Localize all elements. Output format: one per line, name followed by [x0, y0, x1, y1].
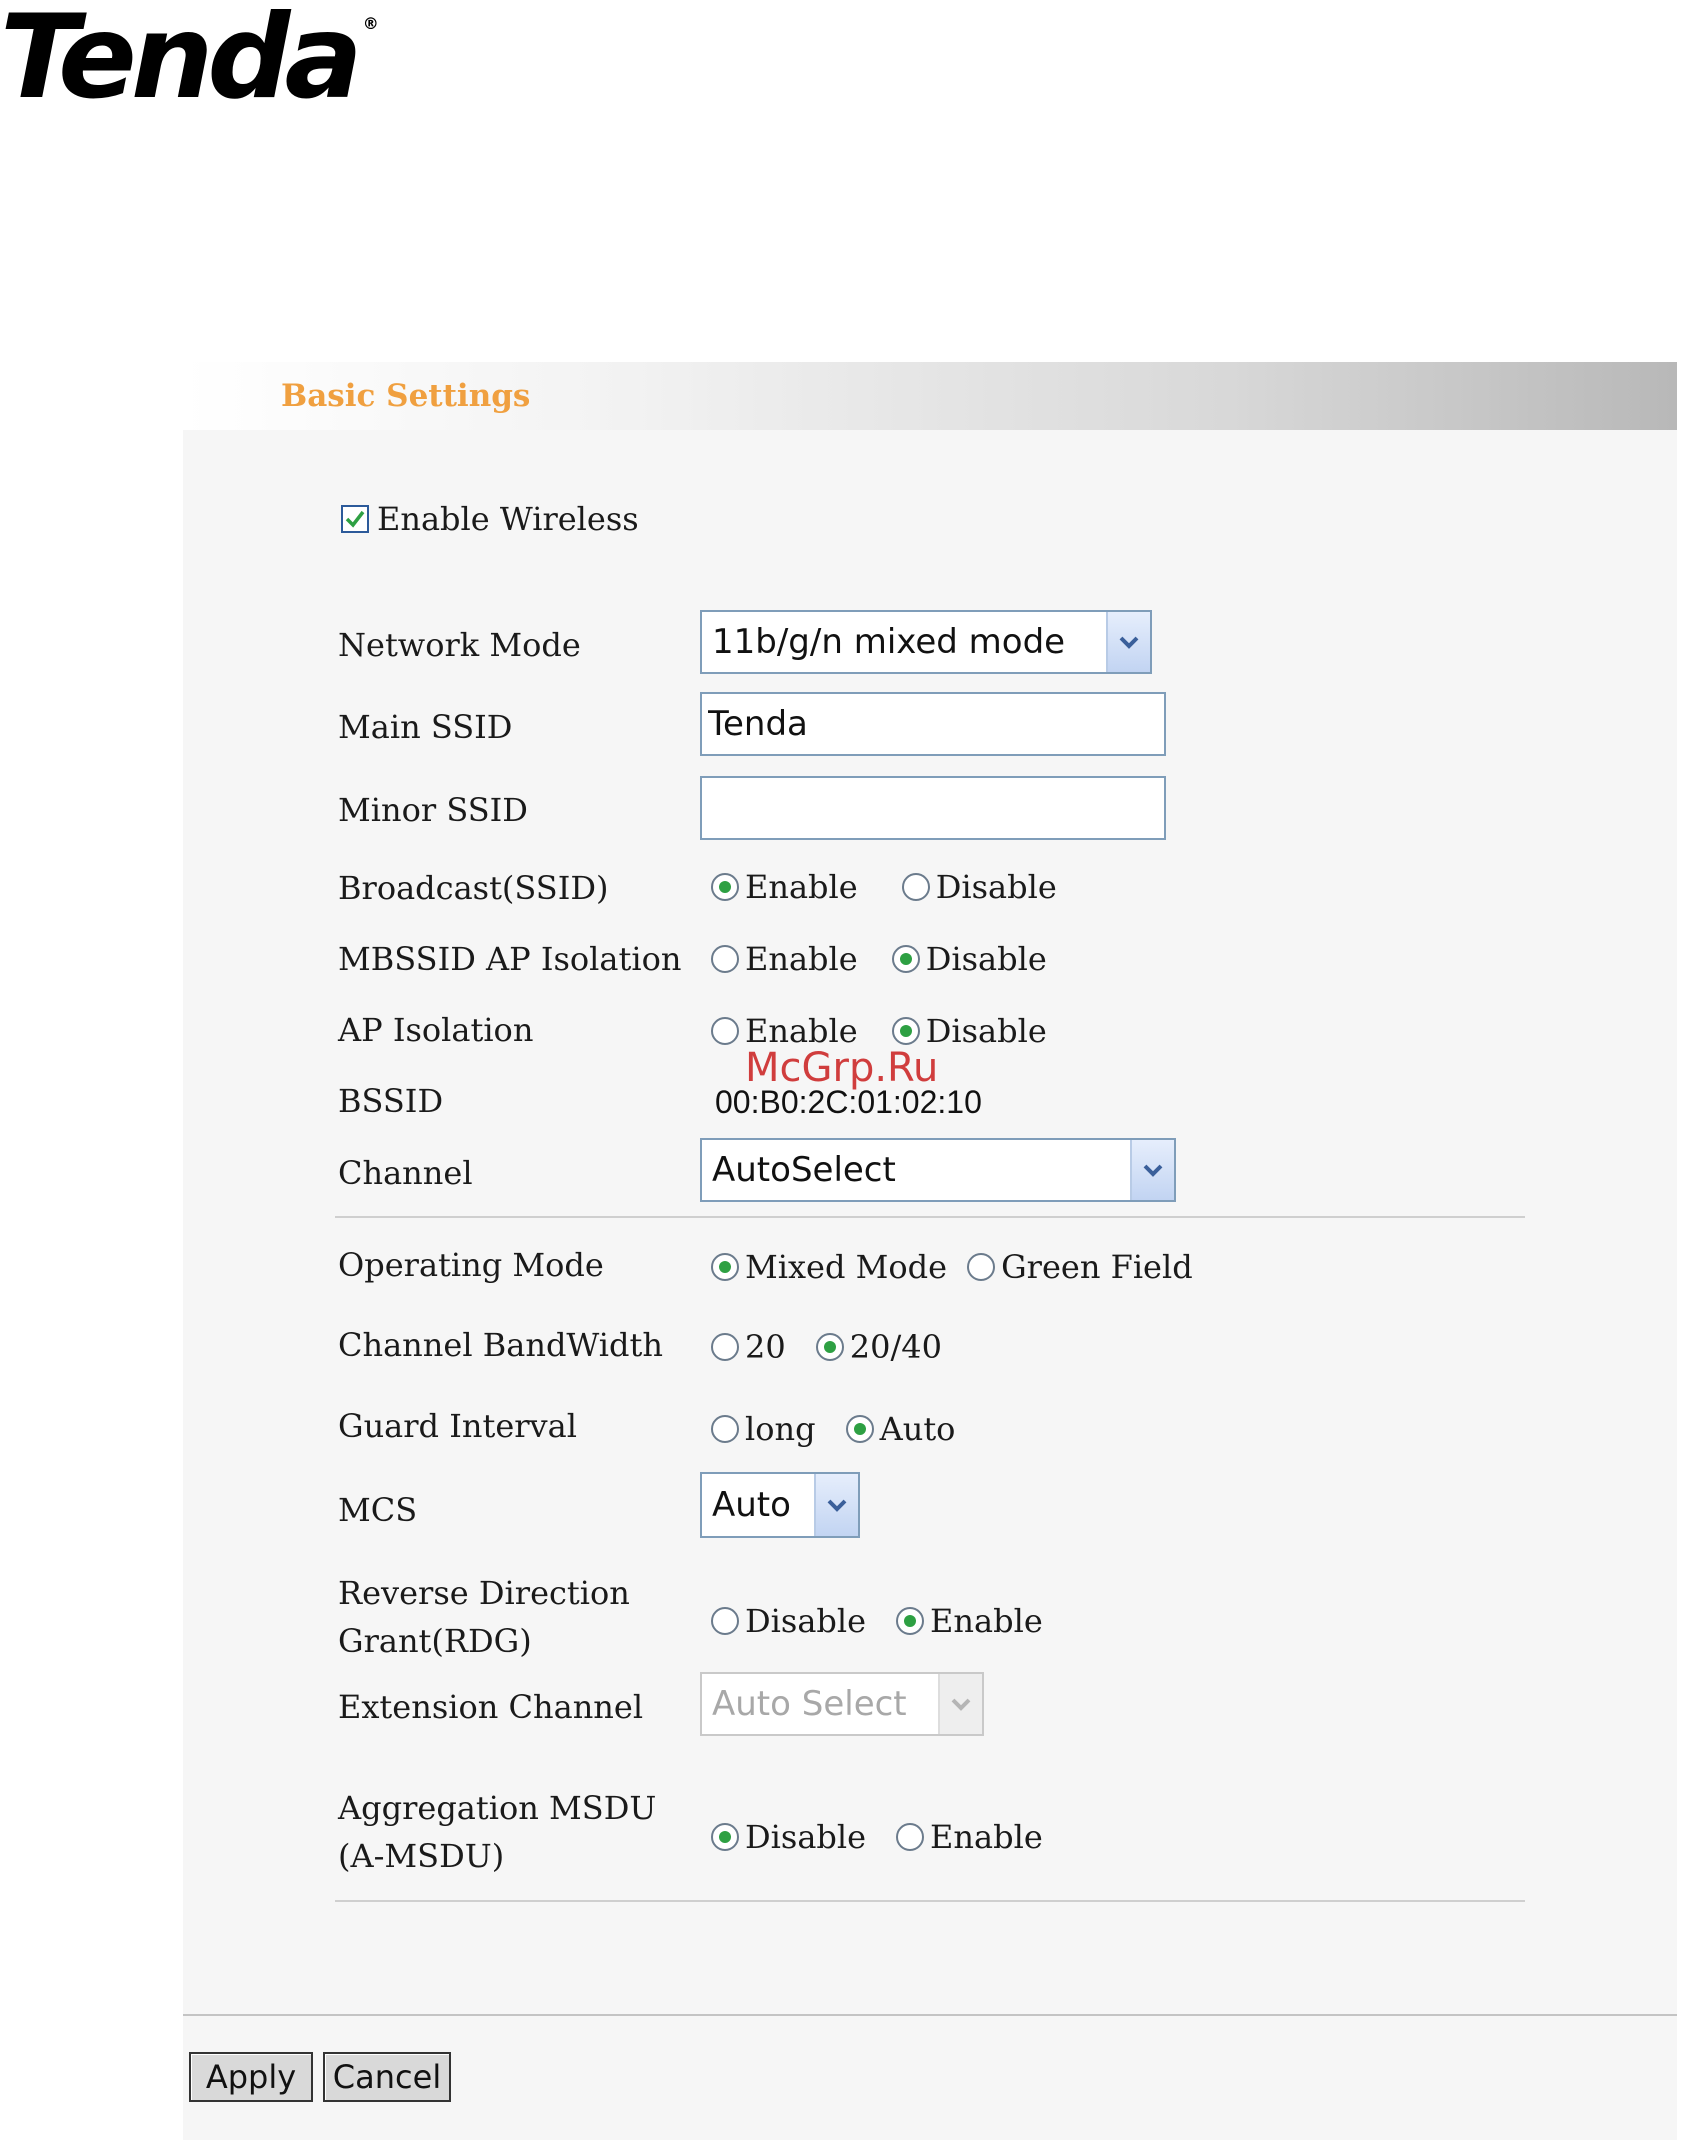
enable-wireless-checkbox[interactable]	[341, 505, 369, 533]
operating-mode-label: Operating Mode	[338, 1246, 604, 1284]
broadcast-ssid-enable-radio[interactable]: Enable	[711, 868, 858, 906]
radio-label: Enable	[930, 1818, 1043, 1856]
radio-button[interactable]	[711, 1823, 739, 1851]
radio-button[interactable]	[711, 1415, 739, 1443]
radio-label: Disable	[745, 1602, 867, 1640]
radio-label: Enable	[745, 868, 858, 906]
radio-button[interactable]	[891, 1017, 920, 1045]
broadcast-ssid-label: Broadcast(SSID)	[338, 869, 609, 907]
radio-label: Enable	[745, 940, 858, 978]
main-ssid-label: Main SSID	[338, 708, 513, 746]
radio-button[interactable]	[711, 1333, 739, 1361]
watermark-text: McGrp.Ru	[745, 1045, 939, 1091]
channel-bandwidth-radio-group: 20 20/40	[711, 1328, 978, 1366]
radio-label: Auto	[879, 1410, 956, 1448]
mbssid-ap-isolation-label: MBSSID AP Isolation	[338, 940, 682, 978]
radio-button[interactable]	[815, 1333, 844, 1361]
mcs-value: Auto	[712, 1485, 791, 1525]
minor-ssid-label: Minor SSID	[338, 791, 528, 829]
bssid-label: BSSID	[338, 1082, 444, 1120]
amsdu-enable-radio[interactable]: Enable	[896, 1818, 1043, 1856]
radio-label: Disable	[925, 1012, 1047, 1050]
mcs-select[interactable]: Auto	[700, 1472, 860, 1538]
network-mode-select[interactable]: 11b/g/n mixed mode	[700, 610, 1152, 674]
radio-label: Disable	[745, 1818, 867, 1856]
radio-label: long	[745, 1410, 816, 1448]
radio-button[interactable]	[891, 945, 920, 973]
logo-text: Tenda	[0, 0, 363, 125]
network-mode-label: Network Mode	[338, 626, 581, 664]
radio-button[interactable]	[711, 873, 739, 901]
ap-isolation-label: AP Isolation	[338, 1011, 534, 1049]
section-divider	[335, 1216, 1525, 1218]
footer-divider	[183, 2014, 1677, 2016]
guard-interval-long-radio[interactable]: long	[711, 1410, 816, 1448]
operating-mode-green-field-radio[interactable]: Green Field	[967, 1248, 1193, 1286]
radio-button[interactable]	[896, 1823, 925, 1851]
extension-channel-value: Auto Select	[712, 1684, 907, 1724]
basic-settings-panel: Basic Settings Enable Wireless Network M…	[183, 362, 1677, 2140]
radio-button[interactable]	[711, 1253, 739, 1281]
extension-channel-select: Auto Select	[700, 1672, 984, 1736]
channel-bandwidth-20-radio[interactable]: 20	[711, 1328, 786, 1366]
channel-select[interactable]: AutoSelect	[700, 1138, 1176, 1202]
minor-ssid-input[interactable]	[700, 776, 1166, 840]
cancel-button[interactable]: Cancel	[323, 2052, 451, 2102]
radio-label: 20/40	[849, 1328, 942, 1366]
rdg-disable-radio[interactable]: Disable	[711, 1602, 866, 1640]
radio-button[interactable]	[896, 1607, 925, 1635]
radio-label: Enable	[930, 1602, 1043, 1640]
channel-label: Channel	[338, 1154, 473, 1192]
radio-button[interactable]	[845, 1415, 874, 1443]
guard-interval-radio-group: long Auto	[711, 1410, 991, 1448]
radio-label: Disable	[935, 868, 1057, 906]
amsdu-label-line1: Aggregation MSDU	[338, 1789, 657, 1827]
section-divider	[335, 1900, 1525, 1902]
mbssid-ap-isolation-enable-radio[interactable]: Enable	[711, 940, 858, 978]
operating-mode-mixed-radio[interactable]: Mixed Mode	[711, 1248, 947, 1286]
network-mode-value: 11b/g/n mixed mode	[712, 622, 1066, 662]
enable-wireless-option[interactable]: Enable Wireless	[341, 500, 639, 538]
broadcast-ssid-disable-radio[interactable]: Disable	[901, 868, 1057, 906]
amsdu-radio-group: Disable Enable	[711, 1818, 1079, 1856]
tenda-logo: Tenda ®	[0, 0, 379, 116]
extension-channel-label: Extension Channel	[338, 1688, 644, 1726]
channel-value: AutoSelect	[712, 1150, 896, 1190]
check-icon	[345, 510, 365, 528]
radio-label: 20	[745, 1328, 786, 1366]
mcs-label: MCS	[338, 1491, 418, 1529]
apply-button[interactable]: Apply	[189, 2052, 313, 2102]
panel-title-bar: Basic Settings	[183, 362, 1677, 430]
page-title: Basic Settings	[281, 378, 531, 414]
radio-button[interactable]	[711, 945, 739, 973]
radio-button[interactable]	[711, 1607, 739, 1635]
registered-mark: ®	[362, 14, 379, 33]
guard-interval-label: Guard Interval	[338, 1407, 577, 1445]
chevron-down-icon[interactable]	[1130, 1140, 1174, 1200]
radio-button[interactable]	[967, 1253, 996, 1281]
operating-mode-radio-group: Mixed Mode Green Field	[711, 1248, 1229, 1286]
chevron-down-icon[interactable]	[814, 1474, 858, 1536]
guard-interval-auto-radio[interactable]: Auto	[845, 1410, 956, 1448]
radio-label: Green Field	[1001, 1248, 1193, 1286]
chevron-down-icon[interactable]	[1106, 612, 1150, 672]
rdg-enable-radio[interactable]: Enable	[896, 1602, 1043, 1640]
rdg-label-line2: Grant(RDG)	[338, 1622, 532, 1660]
mbssid-ap-isolation-radio-group: Enable Disable	[711, 940, 1083, 978]
rdg-label-line1: Reverse Direction	[338, 1574, 630, 1612]
radio-button[interactable]	[901, 873, 930, 901]
radio-button[interactable]	[711, 1017, 739, 1045]
radio-label: Mixed Mode	[745, 1248, 948, 1286]
main-ssid-input[interactable]	[700, 692, 1166, 756]
amsdu-disable-radio[interactable]: Disable	[711, 1818, 866, 1856]
channel-bandwidth-label: Channel BandWidth	[338, 1326, 663, 1364]
broadcast-ssid-radio-group: Enable Disable	[711, 868, 1093, 906]
radio-label: Disable	[925, 940, 1047, 978]
rdg-radio-group: Disable Enable	[711, 1602, 1079, 1640]
chevron-down-icon	[938, 1674, 982, 1734]
mbssid-ap-isolation-disable-radio[interactable]: Disable	[891, 940, 1047, 978]
amsdu-label-line2: (A-MSDU)	[338, 1837, 505, 1875]
channel-bandwidth-20-40-radio[interactable]: 20/40	[815, 1328, 942, 1366]
enable-wireless-label: Enable Wireless	[377, 500, 639, 538]
